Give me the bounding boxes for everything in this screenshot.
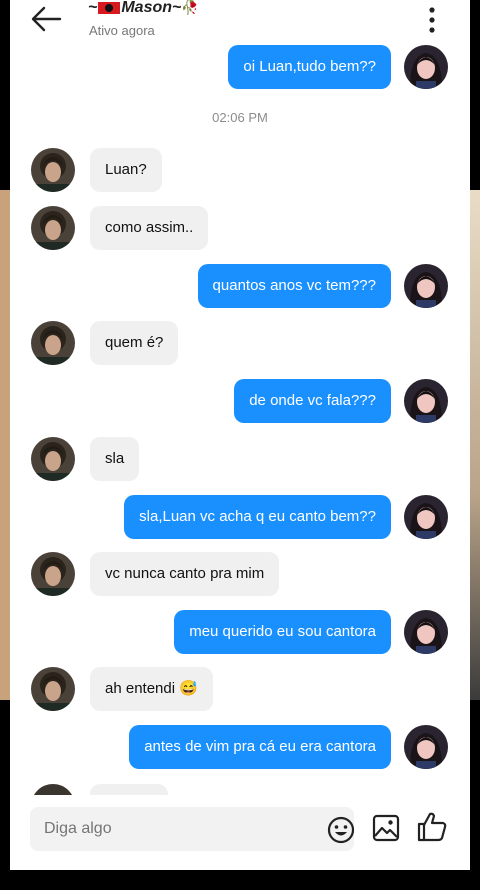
flag-icon (98, 1, 121, 14)
contact-avatar[interactable] (31, 552, 75, 596)
contact-avatar[interactable] (31, 667, 75, 711)
incoming-message[interactable]: vc nunca canto pra mim (90, 552, 280, 596)
rose-icon: 🥀 (181, 0, 199, 15)
contact-avatar-image (31, 148, 75, 192)
image-icon (372, 814, 400, 842)
user-avatar[interactable] (404, 45, 448, 89)
contact-avatar[interactable] (31, 321, 75, 365)
back-button[interactable] (30, 6, 64, 32)
user-avatar[interactable] (404, 495, 448, 539)
contact-status: Ativo agora (89, 23, 155, 38)
user-avatar-image (404, 379, 448, 423)
emoji-icon (327, 816, 355, 844)
image-button[interactable] (372, 814, 400, 842)
message-input[interactable] (44, 807, 294, 851)
message-input-container[interactable] (30, 807, 356, 851)
user-avatar-image (404, 45, 448, 89)
contact-name[interactable]: ~ Mason~🥀 (88, 0, 199, 17)
incoming-message[interactable]: Luan? (90, 148, 162, 192)
user-avatar[interactable] (404, 379, 448, 423)
thumbs-up-icon (417, 812, 447, 842)
outgoing-message[interactable]: antes de vim pra cá eu era cantora (129, 725, 391, 769)
title-prefix: ~ (88, 0, 98, 16)
contact-avatar[interactable] (31, 206, 75, 250)
incoming-message[interactable]: sla (90, 437, 140, 481)
chat-header: ~ Mason~🥀 Ativo agora (10, 0, 470, 44)
incoming-message[interactable]: quem é? (90, 321, 179, 365)
outgoing-message[interactable]: sla,Luan vc acha q eu canto bem?? (124, 495, 391, 539)
outgoing-message[interactable]: meu querido eu sou cantora (174, 610, 391, 654)
user-avatar[interactable] (404, 725, 448, 769)
outgoing-message[interactable]: quantos anos vc tem??? (197, 264, 391, 308)
user-avatar-image (404, 725, 448, 769)
contact-avatar-image (31, 667, 75, 711)
more-options-button[interactable] (420, 5, 444, 35)
incoming-message[interactable]: ah entendi 😅 (90, 667, 213, 711)
chat-screen: ~ Mason~🥀 Ativo agora oi Luan,tudo bem?? L… (10, 0, 470, 870)
user-avatar[interactable] (404, 610, 448, 654)
background-right (470, 190, 480, 700)
background-left (0, 190, 10, 700)
more-vertical-icon (429, 7, 435, 33)
contact-avatar-image (31, 206, 75, 250)
user-avatar[interactable] (404, 264, 448, 308)
emoji-button[interactable] (326, 815, 356, 845)
user-avatar-image (404, 264, 448, 308)
user-avatar-image (404, 495, 448, 539)
outgoing-message[interactable]: de onde vc fala??? (234, 379, 391, 423)
contact-avatar-image (31, 552, 75, 596)
message-composer (10, 795, 470, 870)
like-button[interactable] (416, 811, 448, 843)
incoming-message[interactable]: como assim.. (90, 206, 209, 250)
message-timestamp: 02:06 PM (212, 110, 268, 125)
contact-avatar-image (31, 437, 75, 481)
title-name: Mason~ (121, 0, 182, 16)
arrow-left-icon (31, 6, 62, 32)
contact-avatar[interactable] (31, 437, 75, 481)
contact-avatar[interactable] (31, 148, 75, 192)
user-avatar-image (404, 610, 448, 654)
outgoing-message[interactable]: oi Luan,tudo bem?? (228, 45, 391, 89)
contact-avatar-image (31, 321, 75, 365)
